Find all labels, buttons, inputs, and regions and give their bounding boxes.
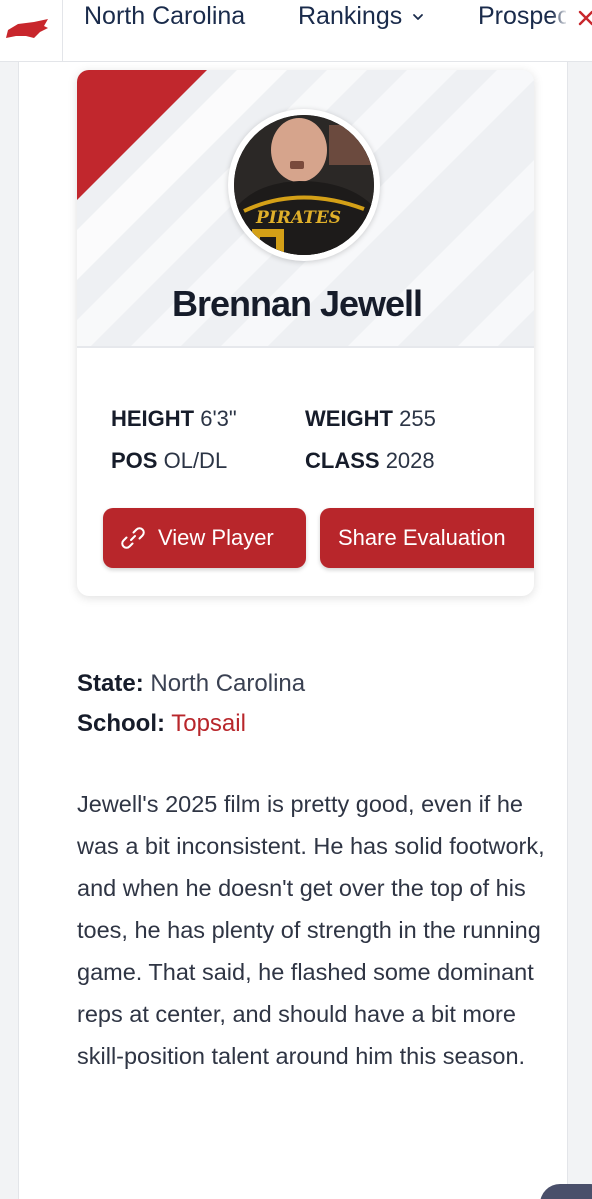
player-card-header: PIRATES Brennan Jewell	[77, 70, 534, 348]
meta-state: State: North Carolina	[77, 670, 305, 698]
close-icon[interactable]	[578, 4, 592, 32]
meta-school-label: School:	[77, 710, 165, 737]
stat-weight-label: WEIGHT	[305, 406, 393, 431]
nav-divider	[62, 0, 63, 62]
stat-weight-value: 255	[399, 406, 436, 431]
north-carolina-state-icon[interactable]	[4, 10, 50, 46]
stat-class-value: 2028	[385, 448, 435, 473]
player-name: Brennan Jewell	[171, 283, 423, 324]
stat-position-value: OL/DL	[163, 448, 228, 473]
nav-link-north-carolina[interactable]: North Carolina	[84, 0, 245, 32]
chevron-down-icon	[413, 14, 424, 21]
stat-position: POS OL/DL	[111, 448, 227, 474]
meta-school: School: Topsail	[77, 710, 246, 738]
share-evaluation-label: Share Evaluation	[338, 525, 506, 550]
svg-text:PIRATES: PIRATES	[255, 208, 341, 228]
meta-state-value: North Carolina	[150, 670, 306, 697]
stat-height: HEIGHT 6'3"	[111, 406, 237, 432]
nav-fade	[552, 0, 568, 40]
player-photo-image: PIRATES	[234, 115, 374, 255]
view-player-button[interactable]: View Player	[103, 508, 306, 568]
avatar-frame: PIRATES	[228, 109, 380, 261]
evaluation-text: Jewell's 2025 film is pretty good, even …	[77, 791, 545, 1069]
share-evaluation-button[interactable]: Share Evaluation	[320, 508, 534, 568]
link-icon	[121, 527, 145, 549]
stat-height-value: 6'3"	[200, 406, 237, 431]
player-card: PIRATES Brennan Jewell HEIGHT 6'3" WEIGH…	[77, 70, 534, 596]
top-nav: North Carolina Rankings Prospects	[0, 0, 592, 62]
view-player-label: View Player	[158, 525, 274, 550]
stat-position-label: POS	[111, 448, 158, 473]
player-photo: PIRATES	[234, 115, 374, 255]
stat-class-label: CLASS	[305, 448, 380, 473]
stat-weight: WEIGHT 255	[305, 406, 436, 432]
page: North Carolina Rankings Prospects	[0, 0, 592, 1199]
meta-state-label: State:	[77, 670, 144, 697]
nav-dropdown-rankings[interactable]: Rankings	[298, 0, 424, 32]
header-divider	[77, 346, 534, 348]
stat-class: CLASS 2028	[305, 448, 435, 474]
stat-height-label: HEIGHT	[111, 406, 195, 431]
nav-rankings-label: Rankings	[298, 2, 403, 30]
school-link[interactable]: Topsail	[171, 710, 246, 737]
